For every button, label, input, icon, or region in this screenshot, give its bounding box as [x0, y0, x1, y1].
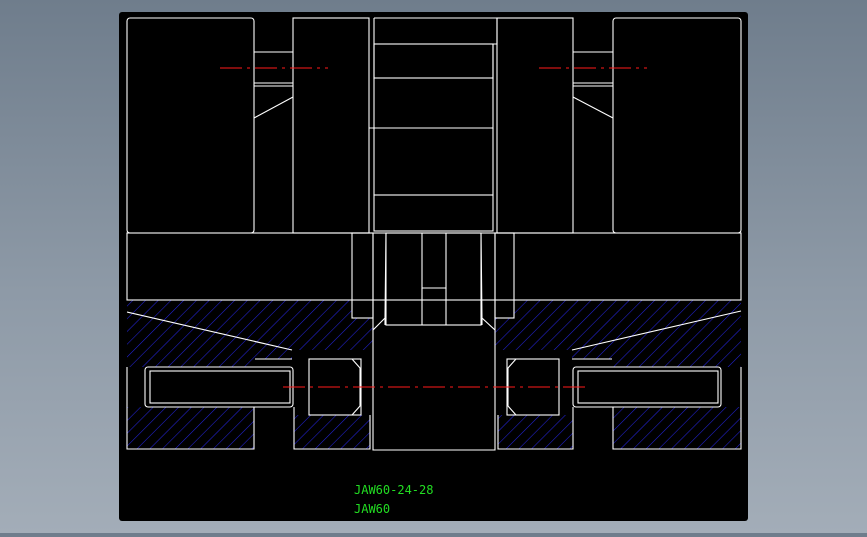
hatch-right-bottom-inner — [498, 415, 573, 449]
part-number-label: JAW60-24-28 — [354, 483, 433, 497]
hatch-left-bottom-outer — [127, 407, 254, 449]
hatch-right-bottom-outer — [613, 407, 741, 449]
cad-drawing: JAW60-24-28 JAW60 — [119, 12, 748, 521]
hatch-left-bottom-inner — [294, 415, 370, 449]
model-label: JAW60 — [354, 502, 390, 516]
cad-viewport[interactable]: JAW60-24-28 JAW60 — [0, 0, 867, 533]
